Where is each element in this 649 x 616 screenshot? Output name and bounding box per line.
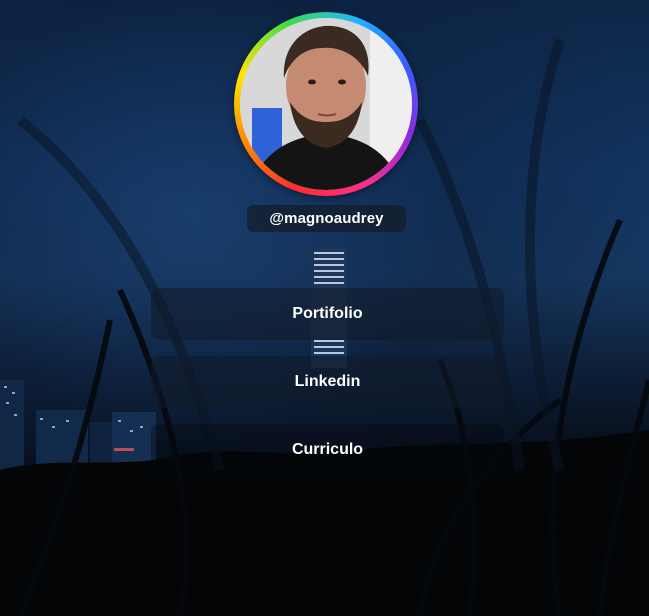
linkedin-link-button[interactable]: Linkedin xyxy=(151,356,504,408)
avatar-ring xyxy=(234,12,418,196)
profile-photo-icon xyxy=(240,18,412,190)
curriculo-link-button[interactable]: Curriculo xyxy=(151,424,504,476)
username-badge: @magnoaudrey xyxy=(247,205,406,232)
portfolio-link-button[interactable]: Portifolio xyxy=(151,288,504,340)
avatar[interactable] xyxy=(240,18,412,190)
